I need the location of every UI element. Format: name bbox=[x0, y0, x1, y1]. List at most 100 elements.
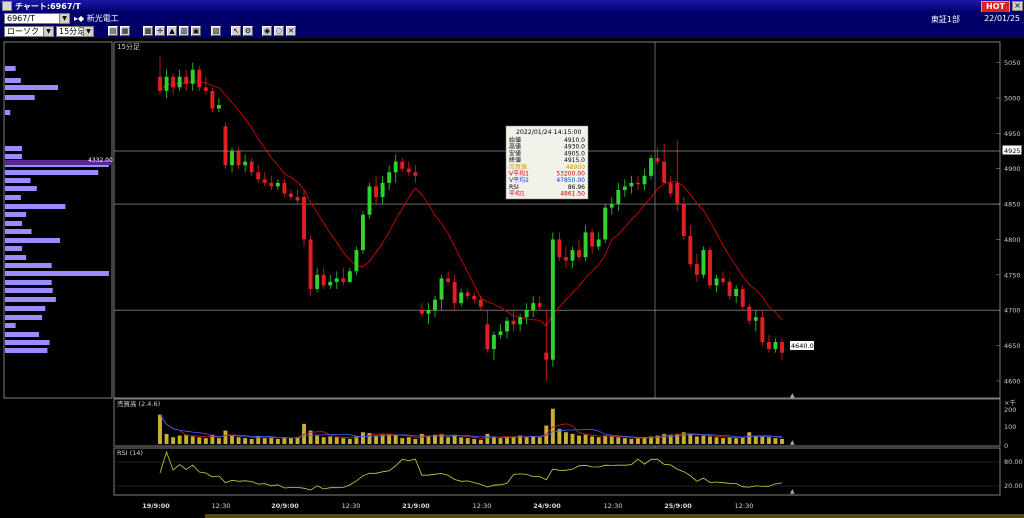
settings-icon[interactable]: ⚙ bbox=[243, 26, 253, 36]
price-tick-label: 4950 bbox=[1004, 130, 1021, 138]
scroll-marker-icon[interactable]: ▲ bbox=[790, 488, 795, 495]
close-button[interactable]: × bbox=[1012, 1, 1023, 11]
candle-body bbox=[491, 334, 496, 350]
volume-profile-bar bbox=[5, 170, 99, 175]
volume-bar bbox=[177, 435, 182, 444]
volume-profile-bar bbox=[5, 110, 11, 115]
candle-body bbox=[158, 76, 162, 91]
reset-icon[interactable]: ↖ bbox=[231, 26, 241, 36]
volume-bar bbox=[773, 438, 778, 444]
candle-body bbox=[518, 317, 523, 325]
candle-body bbox=[570, 250, 575, 261]
candle-body bbox=[550, 239, 555, 360]
chevron-down-icon[interactable]: ▼ bbox=[43, 27, 53, 36]
candle-body bbox=[596, 239, 601, 247]
chevron-down-icon[interactable]: ▼ bbox=[59, 14, 69, 23]
candle-body bbox=[315, 274, 320, 289]
market-label: 東証1部 bbox=[930, 15, 960, 24]
candle-body bbox=[341, 278, 346, 282]
candle-body bbox=[256, 172, 261, 180]
volume-bar bbox=[249, 438, 254, 444]
price-tick-label: 4900 bbox=[1004, 165, 1021, 173]
candle-icon[interactable]: ▤ bbox=[108, 26, 118, 36]
candle-body bbox=[269, 182, 274, 187]
candle-body bbox=[262, 179, 267, 183]
volume-icon[interactable]: ▦ bbox=[120, 26, 130, 36]
candle-body bbox=[668, 182, 673, 194]
print-icon[interactable]: ▧ bbox=[211, 26, 221, 36]
color-icon[interactable]: ◉ bbox=[262, 26, 272, 36]
grid-icon[interactable]: ▩ bbox=[143, 26, 153, 36]
volume-bar bbox=[158, 414, 162, 444]
volume-profile-bar bbox=[5, 246, 22, 251]
draw-icon[interactable]: ▥ bbox=[179, 26, 189, 36]
volume-bar bbox=[780, 438, 784, 444]
price-tick-label: 5000 bbox=[1004, 94, 1021, 102]
candle-body bbox=[328, 281, 333, 286]
volume-bar bbox=[760, 436, 765, 444]
help-icon[interactable]: ✕ bbox=[286, 26, 296, 36]
symbol-input[interactable]: 6967/T ▼ bbox=[4, 13, 70, 24]
company-name: ▸◆ 新光電工 bbox=[74, 14, 119, 23]
price-chart-panel bbox=[113, 41, 1001, 399]
scroll-marker-icon[interactable]: ▲ bbox=[790, 439, 795, 446]
volume-profile-bar bbox=[5, 229, 32, 234]
candle-body bbox=[216, 105, 221, 109]
volume-bar bbox=[236, 437, 241, 444]
zoom-in-icon[interactable]: ▣ bbox=[191, 26, 201, 36]
price-tick-label: 4600 bbox=[1004, 377, 1021, 385]
interval-value: 15分足 bbox=[59, 27, 86, 36]
candle-body bbox=[753, 317, 758, 321]
volume-bar bbox=[701, 435, 706, 444]
candle-body bbox=[531, 303, 536, 311]
cursor-icon[interactable]: ▲ bbox=[167, 26, 177, 36]
candle-body bbox=[465, 292, 470, 297]
candle-body bbox=[190, 69, 195, 84]
volume-bar bbox=[230, 435, 234, 444]
candle-body bbox=[302, 197, 307, 240]
candle-body bbox=[577, 250, 581, 258]
chevron-down-icon[interactable]: ▼ bbox=[83, 27, 93, 36]
zoom-out-icon[interactable]: ◌ bbox=[274, 26, 284, 36]
candle-body bbox=[760, 317, 765, 343]
crosshair-icon[interactable]: ✛ bbox=[155, 26, 165, 36]
volume-bar bbox=[243, 438, 248, 444]
rsi-panel bbox=[113, 447, 1001, 496]
price-tick-label: 4750 bbox=[1004, 271, 1021, 279]
candle-body bbox=[747, 306, 752, 321]
date-label: 22/01/25 bbox=[984, 14, 1020, 23]
volume-bar bbox=[583, 434, 588, 444]
volume-profile-bar bbox=[5, 340, 50, 345]
volume-profile-bar bbox=[5, 186, 37, 191]
time-axis-label: 12:30 bbox=[473, 502, 492, 510]
time-axis-label: 12:30 bbox=[604, 502, 623, 510]
volume-bar bbox=[740, 437, 745, 444]
volume-bar bbox=[341, 438, 346, 444]
chart-type-select[interactable]: ローソク ▼ bbox=[4, 26, 54, 37]
volume-profile-bar bbox=[5, 315, 43, 320]
price-box-value: 4925.0 bbox=[1004, 147, 1024, 155]
volume-bar bbox=[603, 435, 608, 444]
scrollbar[interactable] bbox=[205, 514, 1024, 518]
candle-body bbox=[635, 182, 640, 185]
candle-body bbox=[413, 172, 418, 176]
candle-body bbox=[603, 207, 608, 240]
candle-body bbox=[590, 232, 595, 247]
candle-body bbox=[511, 320, 516, 325]
volume-bar bbox=[708, 436, 712, 444]
time-axis-label: 19/9:00 bbox=[142, 502, 170, 510]
volume-bar bbox=[524, 437, 529, 444]
volume-profile-bar bbox=[5, 154, 22, 159]
time-axis-label: 12:30 bbox=[735, 502, 754, 510]
chart-area[interactable]: 4332.00 15分足 5050 5000 4950 4900 4850 4800 475… bbox=[0, 38, 1024, 518]
scroll-marker-icon[interactable]: ▲ bbox=[790, 392, 795, 399]
tooltip-label: 平均1 bbox=[509, 190, 525, 198]
candle-body bbox=[184, 76, 189, 84]
candle-body bbox=[236, 151, 241, 166]
candle-body bbox=[766, 342, 771, 350]
volume-bar bbox=[439, 433, 444, 444]
volume-bar bbox=[275, 438, 280, 444]
interval-select[interactable]: 15分足 ▼ bbox=[56, 26, 94, 37]
tooltip-datetime: 2022/01/24 14:15:00 bbox=[516, 129, 581, 136]
volume-profile-bar bbox=[5, 195, 21, 200]
